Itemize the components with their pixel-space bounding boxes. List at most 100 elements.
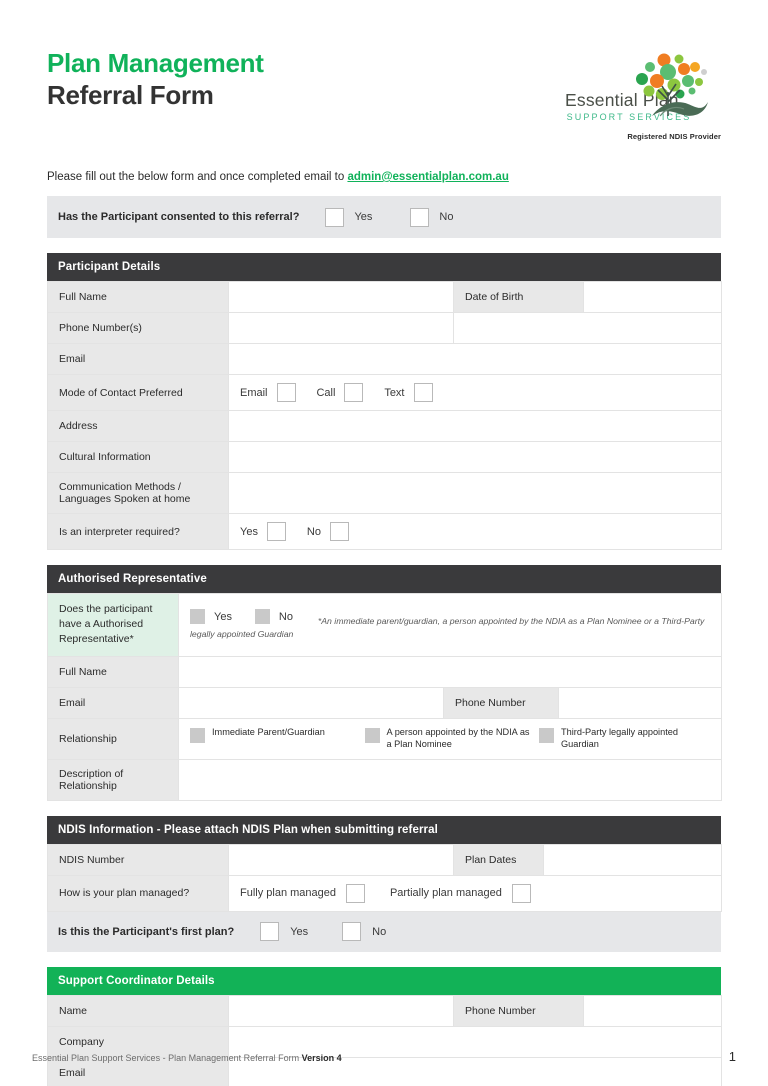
participant-details-heading: Participant Details [47, 253, 721, 281]
logo-tree-icon [561, 50, 721, 117]
table-row: Description of Relationship [47, 758, 722, 801]
first-plan-no-option[interactable]: No [342, 922, 386, 942]
consent-yes-checkbox[interactable] [325, 207, 345, 227]
mode-option-email[interactable]: Email [240, 383, 296, 402]
table-row: Phone Number(s) [47, 312, 722, 344]
relationship-parent-checkbox[interactable] [190, 727, 205, 743]
mode-option-text-label: Text [384, 386, 405, 399]
table-row: Cultural Information [47, 441, 722, 473]
logo-ndis-badge: Registered NDIS Provider [627, 132, 721, 141]
input-phone-2[interactable] [453, 312, 722, 344]
input-coordinator-name[interactable] [228, 994, 454, 1027]
table-row: Email Phone Number [47, 686, 722, 719]
label-cultural-information: Cultural Information [47, 441, 229, 473]
label-phone-numbers: Phone Number(s) [47, 312, 229, 344]
mode-option-text-checkbox[interactable] [413, 383, 433, 402]
input-description-of-relationship[interactable] [178, 758, 722, 801]
participant-details-table: Full Name Date of Birth Phone Number(s) … [47, 281, 722, 550]
plan-managed-partially-option[interactable]: Partially plan managed [390, 883, 531, 903]
input-communication-methods[interactable] [228, 472, 722, 514]
table-row: Address [47, 410, 722, 442]
relationship-nominee-checkbox[interactable] [364, 727, 380, 743]
table-row: Full Name [47, 655, 722, 688]
title-line-1: Plan Management [47, 48, 264, 78]
mode-option-email-checkbox[interactable] [276, 383, 296, 402]
first-plan-question: Is this the Participant's first plan? [58, 925, 235, 938]
first-plan-yes-checkbox[interactable] [260, 922, 280, 942]
footer-text: Essential Plan Support Services - Plan M… [32, 1053, 342, 1063]
label-rep-phone-number: Phone Number [443, 686, 559, 719]
table-row: Email [47, 343, 722, 375]
first-plan-no-checkbox[interactable] [342, 922, 362, 942]
input-plan-dates[interactable] [543, 843, 722, 876]
interpreter-no-option[interactable]: No [307, 522, 349, 541]
intro-text: Please fill out the below form and once … [47, 171, 721, 183]
plan-managed-fully-checkbox[interactable] [346, 883, 366, 903]
input-full-name[interactable] [228, 281, 454, 313]
label-description-of-relationship: Description of Relationship [47, 758, 179, 801]
footer-text-plain: Essential Plan Support Services - Plan M… [32, 1053, 302, 1063]
input-phone-1[interactable] [228, 312, 454, 344]
input-date-of-birth[interactable] [583, 281, 722, 313]
input-coordinator-phone[interactable] [583, 994, 722, 1027]
authorised-yes-checkbox[interactable] [190, 609, 205, 625]
ndis-information-heading: NDIS Information - Please attach NDIS Pl… [47, 815, 721, 844]
table-row: Communication Methods / Languages Spoken… [47, 472, 722, 514]
label-full-name: Full Name [47, 281, 229, 313]
mode-option-email-label: Email [240, 386, 268, 399]
label-participant-email: Email [47, 343, 229, 375]
plan-managed-partially-checkbox[interactable] [511, 883, 531, 903]
input-address[interactable] [228, 410, 722, 442]
label-ndis-number: NDIS Number [47, 843, 229, 876]
consent-yes-label: Yes [354, 211, 373, 223]
label-interpreter-required: Is an interpreter required? [47, 513, 229, 550]
footer-page-number: 1 [728, 1049, 736, 1064]
input-participant-email[interactable] [228, 343, 722, 375]
relationship-option-nominee[interactable]: A person appointed by the NDIA as a Plan… [364, 726, 537, 751]
relationship-parent-label: Immediate Parent/Guardian [212, 726, 325, 737]
authorised-no-checkbox[interactable] [254, 609, 270, 625]
interpreter-no-checkbox[interactable] [329, 522, 349, 541]
mode-option-call[interactable]: Call [316, 383, 364, 402]
company-logo: Essential Plan SUPPORT SERVICES Register… [561, 48, 721, 141]
consent-bar: Has the Participant consented to this re… [47, 196, 721, 238]
section-support-coordinator: Support Coordinator Details Name Phone N… [47, 966, 722, 1086]
relationship-guardian-checkbox[interactable] [539, 727, 555, 743]
section-participant-details: Participant Details Full Name Date of Bi… [47, 253, 722, 550]
mode-option-call-label: Call [316, 386, 336, 399]
consent-yes-option[interactable]: Yes [325, 207, 373, 227]
consent-no-option[interactable]: No [410, 207, 454, 227]
interpreter-yes-checkbox[interactable] [266, 522, 286, 541]
relationship-nominee-label: A person appointed by the NDIA as a Plan… [386, 726, 530, 749]
plan-managed-fully-option[interactable]: Fully plan managed [240, 883, 366, 903]
authorised-no-option[interactable]: No [254, 609, 293, 625]
consent-question: Has the Participant consented to this re… [58, 211, 300, 223]
referral-form-page: Plan Management Referral Form Essential … [0, 0, 768, 1086]
input-rep-email[interactable] [178, 686, 444, 719]
label-relationship: Relationship [47, 717, 179, 760]
relationship-options: Immediate Parent/Guardian A person appoi… [178, 717, 722, 760]
label-has-authorised-rep: Does the participant have a Authorised R… [47, 593, 179, 657]
table-row: Does the participant have a Authorised R… [47, 593, 722, 657]
consent-no-label: No [439, 211, 454, 223]
authorised-yes-option[interactable]: Yes [190, 609, 232, 625]
table-row: Relationship Immediate Parent/Guardian A… [47, 717, 722, 760]
mode-option-text[interactable]: Text [384, 383, 433, 402]
relationship-option-guardian[interactable]: Third-Party legally appointed Guardian [539, 727, 700, 751]
label-mode-of-contact: Mode of Contact Preferred [47, 374, 229, 411]
input-rep-phone-number[interactable] [558, 686, 722, 719]
page-title: Plan Management Referral Form [47, 48, 264, 111]
consent-no-checkbox[interactable] [410, 207, 430, 227]
mode-option-call-checkbox[interactable] [344, 383, 364, 402]
first-plan-yes-label: Yes [290, 925, 309, 938]
contact-email-link[interactable]: admin@essentialplan.com.au [347, 171, 508, 183]
relationship-option-parent[interactable]: Immediate Parent/Guardian [190, 727, 362, 743]
label-coordinator-name: Name [47, 994, 229, 1027]
authorised-yes-label: Yes [214, 610, 232, 623]
input-cultural-information[interactable] [228, 441, 722, 473]
interpreter-yes-option[interactable]: Yes [240, 522, 286, 541]
input-rep-full-name[interactable] [178, 655, 722, 688]
input-ndis-number[interactable] [228, 843, 454, 876]
first-plan-yes-option[interactable]: Yes [260, 922, 309, 942]
intro-sentence: Please fill out the below form and once … [47, 171, 348, 183]
